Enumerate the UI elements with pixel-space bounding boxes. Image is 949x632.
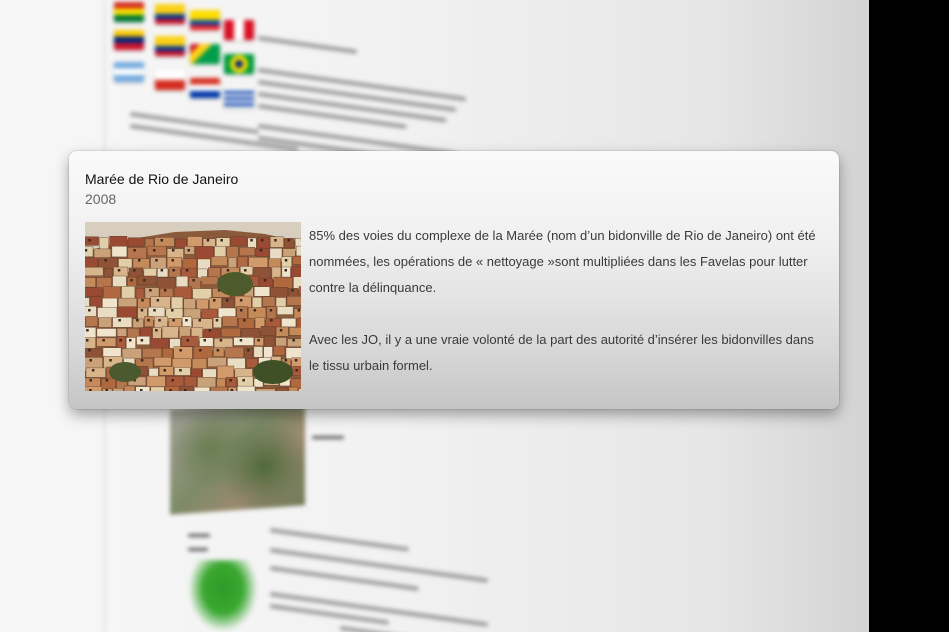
guyana-flag-icon <box>190 44 220 64</box>
venezuela-flag-icon <box>114 30 144 50</box>
south-america-map-icon <box>188 560 258 632</box>
popup-paragraph-2: Avec les JO, il y a une vraie volonté de… <box>309 332 814 373</box>
bg-caption <box>312 436 344 439</box>
bg-text-line <box>339 626 509 632</box>
uruguay-flag-icon <box>224 88 254 108</box>
bg-text-line <box>269 548 489 583</box>
info-popup-card[interactable]: Marée de Rio de Janeiro 2008 85% des voi… <box>69 151 839 409</box>
screen: Marée de Rio de Janeiro 2008 85% des voi… <box>0 0 949 632</box>
paraguay-flag-icon <box>190 78 220 98</box>
aerial-favela-photo <box>170 400 305 515</box>
colombia-flag-icon <box>155 4 185 24</box>
bg-text-line <box>257 36 358 54</box>
bg-heading <box>188 534 210 537</box>
colombia-flag-icon-2 <box>155 36 185 56</box>
black-side-bar <box>869 0 949 632</box>
popup-year: 2008 <box>85 191 117 207</box>
bg-heading <box>188 548 208 551</box>
ecuador-flag-icon <box>190 10 220 30</box>
popup-paragraph-1: 85% des voies du complexe de la Marée (n… <box>309 228 816 295</box>
popup-title: Marée de Rio de Janeiro <box>85 171 239 187</box>
popup-description: 85% des voies du complexe de la Marée (n… <box>309 223 824 405</box>
chile-flag-icon <box>155 70 185 90</box>
favela-photo-icon <box>85 222 301 391</box>
argentina-flag-icon <box>114 62 144 82</box>
bolivia-flag-icon <box>114 2 144 22</box>
peru-flag-icon <box>224 20 254 40</box>
bg-text-line <box>257 104 407 129</box>
bg-text-line <box>269 528 409 552</box>
brazil-flag-icon <box>224 54 254 74</box>
